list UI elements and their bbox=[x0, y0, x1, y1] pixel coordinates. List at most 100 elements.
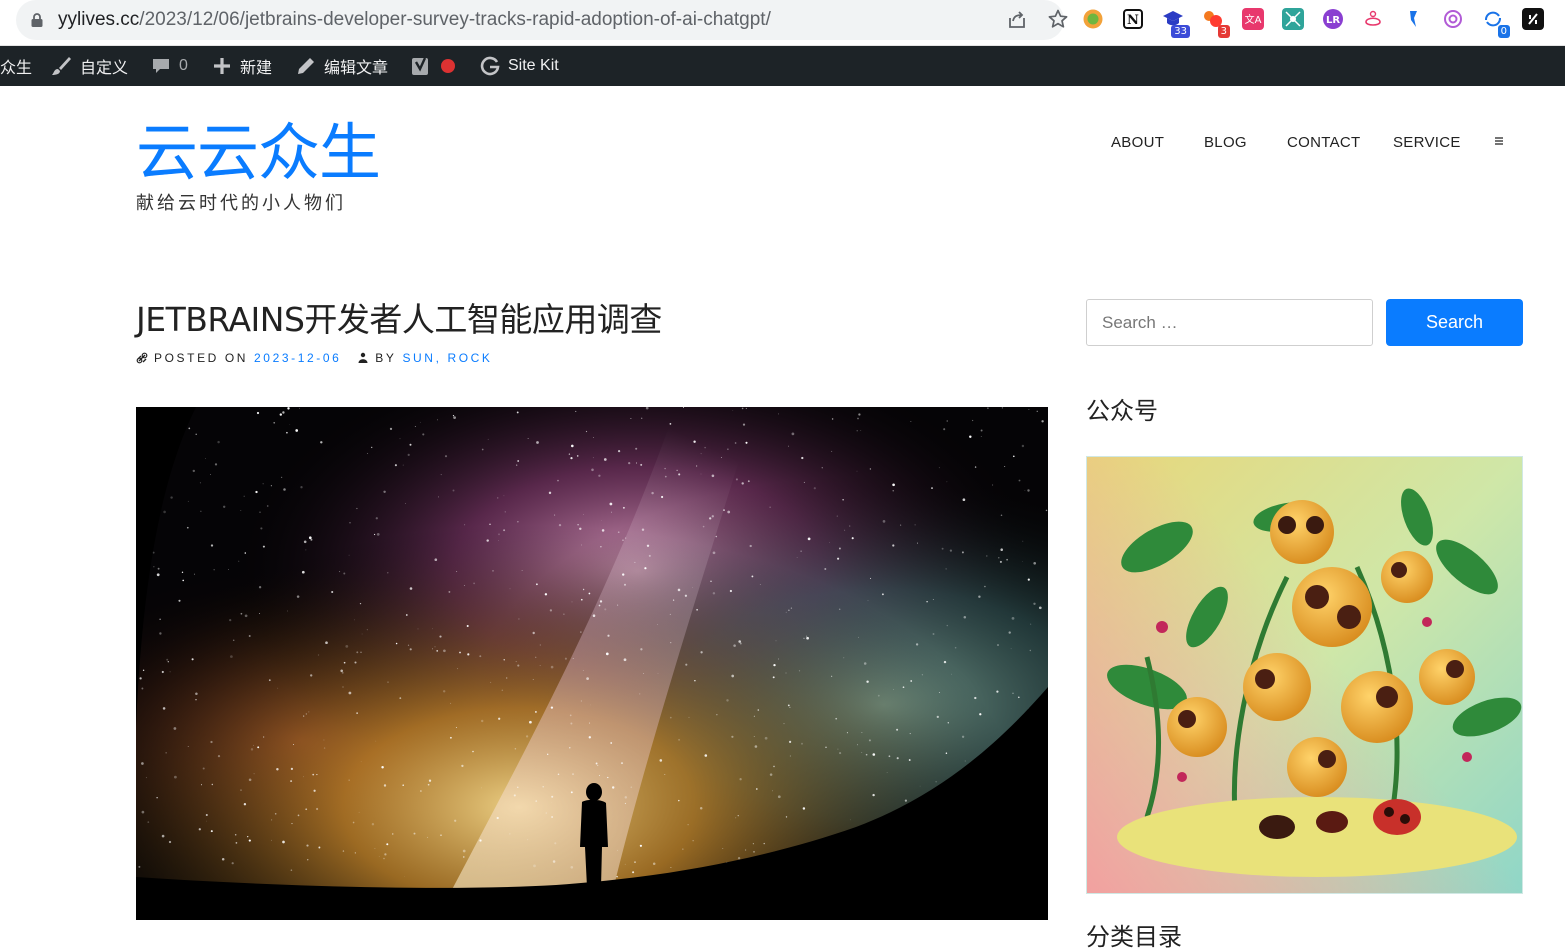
star bbox=[571, 601, 573, 603]
star bbox=[229, 618, 232, 622]
admin-new[interactable]: 新建 bbox=[212, 46, 272, 86]
star bbox=[286, 610, 289, 612]
star bbox=[384, 853, 387, 856]
star bbox=[223, 505, 226, 508]
nav-about[interactable]: ABOUT bbox=[1111, 133, 1164, 153]
search-input[interactable] bbox=[1086, 299, 1373, 346]
star bbox=[849, 819, 851, 821]
star bbox=[276, 767, 279, 771]
star bbox=[796, 557, 798, 558]
star bbox=[588, 592, 591, 595]
star bbox=[1000, 548, 1003, 551]
extension-sync-icon[interactable]: 0 bbox=[1482, 8, 1510, 38]
admin-edit-post[interactable]: 编辑文章 bbox=[296, 46, 388, 86]
star bbox=[444, 455, 448, 458]
star bbox=[434, 646, 436, 648]
extension-openai-icon[interactable] bbox=[1442, 8, 1464, 30]
star bbox=[193, 573, 196, 575]
browser-toolbar: yylives.cc/2023/12/06/jetbrains-develope… bbox=[0, 0, 1565, 46]
star bbox=[480, 719, 484, 723]
star bbox=[462, 849, 466, 853]
star bbox=[287, 407, 290, 410]
star bbox=[366, 629, 368, 631]
star bbox=[622, 506, 625, 509]
star bbox=[199, 482, 201, 484]
star bbox=[504, 511, 507, 513]
star bbox=[517, 664, 520, 667]
star bbox=[1038, 606, 1042, 610]
star bbox=[341, 671, 344, 674]
nav-contact[interactable]: CONTACT bbox=[1287, 133, 1360, 153]
extension-bookmark-icon[interactable] bbox=[1402, 8, 1424, 30]
star bbox=[163, 510, 166, 514]
bookmark-star-icon[interactable] bbox=[1047, 8, 1069, 30]
extension-notion-icon[interactable]: N bbox=[1122, 8, 1144, 30]
star bbox=[568, 453, 571, 455]
extension-dots-icon[interactable]: 3 bbox=[1202, 8, 1230, 38]
url-text[interactable]: yylives.cc/2023/12/06/jetbrains-develope… bbox=[58, 0, 771, 40]
nav-service[interactable]: SERVICE bbox=[1393, 133, 1461, 153]
extension-translate-icon[interactable]: 文A bbox=[1242, 8, 1264, 30]
extension-weather-icon[interactable] bbox=[1362, 8, 1384, 30]
site-title[interactable]: 云云众生 bbox=[136, 116, 381, 190]
star bbox=[805, 635, 808, 637]
admin-customize[interactable]: 自定义 bbox=[50, 46, 128, 86]
star bbox=[731, 735, 734, 738]
star bbox=[739, 778, 742, 781]
star bbox=[414, 425, 416, 427]
admin-site-name[interactable]: 众生 bbox=[0, 46, 32, 86]
extension-dark-icon[interactable] bbox=[1522, 8, 1544, 30]
star bbox=[962, 498, 966, 502]
star bbox=[609, 502, 613, 506]
star bbox=[648, 554, 651, 557]
star bbox=[785, 611, 787, 613]
star bbox=[472, 750, 474, 753]
star bbox=[356, 712, 358, 714]
menu-toggle-icon[interactable] bbox=[1494, 136, 1504, 146]
star bbox=[570, 722, 573, 725]
star bbox=[1001, 407, 1004, 409]
extension-graduation-icon[interactable]: 33 bbox=[1162, 8, 1190, 38]
star bbox=[630, 418, 632, 419]
admin-comments[interactable]: 0 bbox=[151, 46, 188, 86]
nav-blog[interactable]: BLOG bbox=[1204, 133, 1247, 153]
star bbox=[461, 764, 464, 768]
star bbox=[440, 474, 442, 476]
star bbox=[325, 641, 328, 645]
star bbox=[489, 523, 491, 525]
search-button[interactable]: Search bbox=[1386, 299, 1523, 346]
post-authors-link[interactable]: SUN, ROCK bbox=[402, 350, 492, 366]
star bbox=[699, 807, 703, 810]
star bbox=[580, 700, 582, 702]
star bbox=[473, 582, 475, 585]
star bbox=[741, 407, 744, 410]
extension-record-icon[interactable] bbox=[1082, 8, 1104, 30]
star bbox=[419, 421, 421, 423]
lock-icon[interactable] bbox=[30, 12, 44, 28]
admin-yoast[interactable] bbox=[410, 46, 464, 86]
star bbox=[980, 429, 983, 432]
star bbox=[170, 496, 173, 499]
star bbox=[570, 865, 574, 869]
address-bar[interactable]: yylives.cc/2023/12/06/jetbrains-develope… bbox=[16, 0, 1068, 40]
star bbox=[290, 780, 293, 783]
wechat-qr-image[interactable] bbox=[1086, 456, 1523, 894]
admin-site-kit[interactable]: Site Kit bbox=[480, 46, 559, 86]
share-icon[interactable] bbox=[1006, 9, 1028, 31]
star bbox=[178, 599, 181, 602]
extension-molecule-icon[interactable] bbox=[1282, 8, 1304, 30]
star bbox=[463, 585, 465, 586]
star bbox=[545, 812, 548, 814]
post-date-link[interactable]: 2023-12-06 bbox=[254, 350, 341, 366]
star bbox=[354, 852, 356, 854]
star bbox=[306, 844, 309, 847]
star bbox=[395, 642, 398, 645]
star bbox=[732, 410, 734, 411]
star bbox=[210, 740, 213, 744]
star bbox=[552, 860, 556, 863]
star bbox=[283, 488, 286, 491]
extension-lr-icon[interactable]: LR bbox=[1322, 8, 1344, 30]
star bbox=[825, 746, 827, 749]
star bbox=[775, 640, 777, 642]
star bbox=[383, 784, 387, 787]
